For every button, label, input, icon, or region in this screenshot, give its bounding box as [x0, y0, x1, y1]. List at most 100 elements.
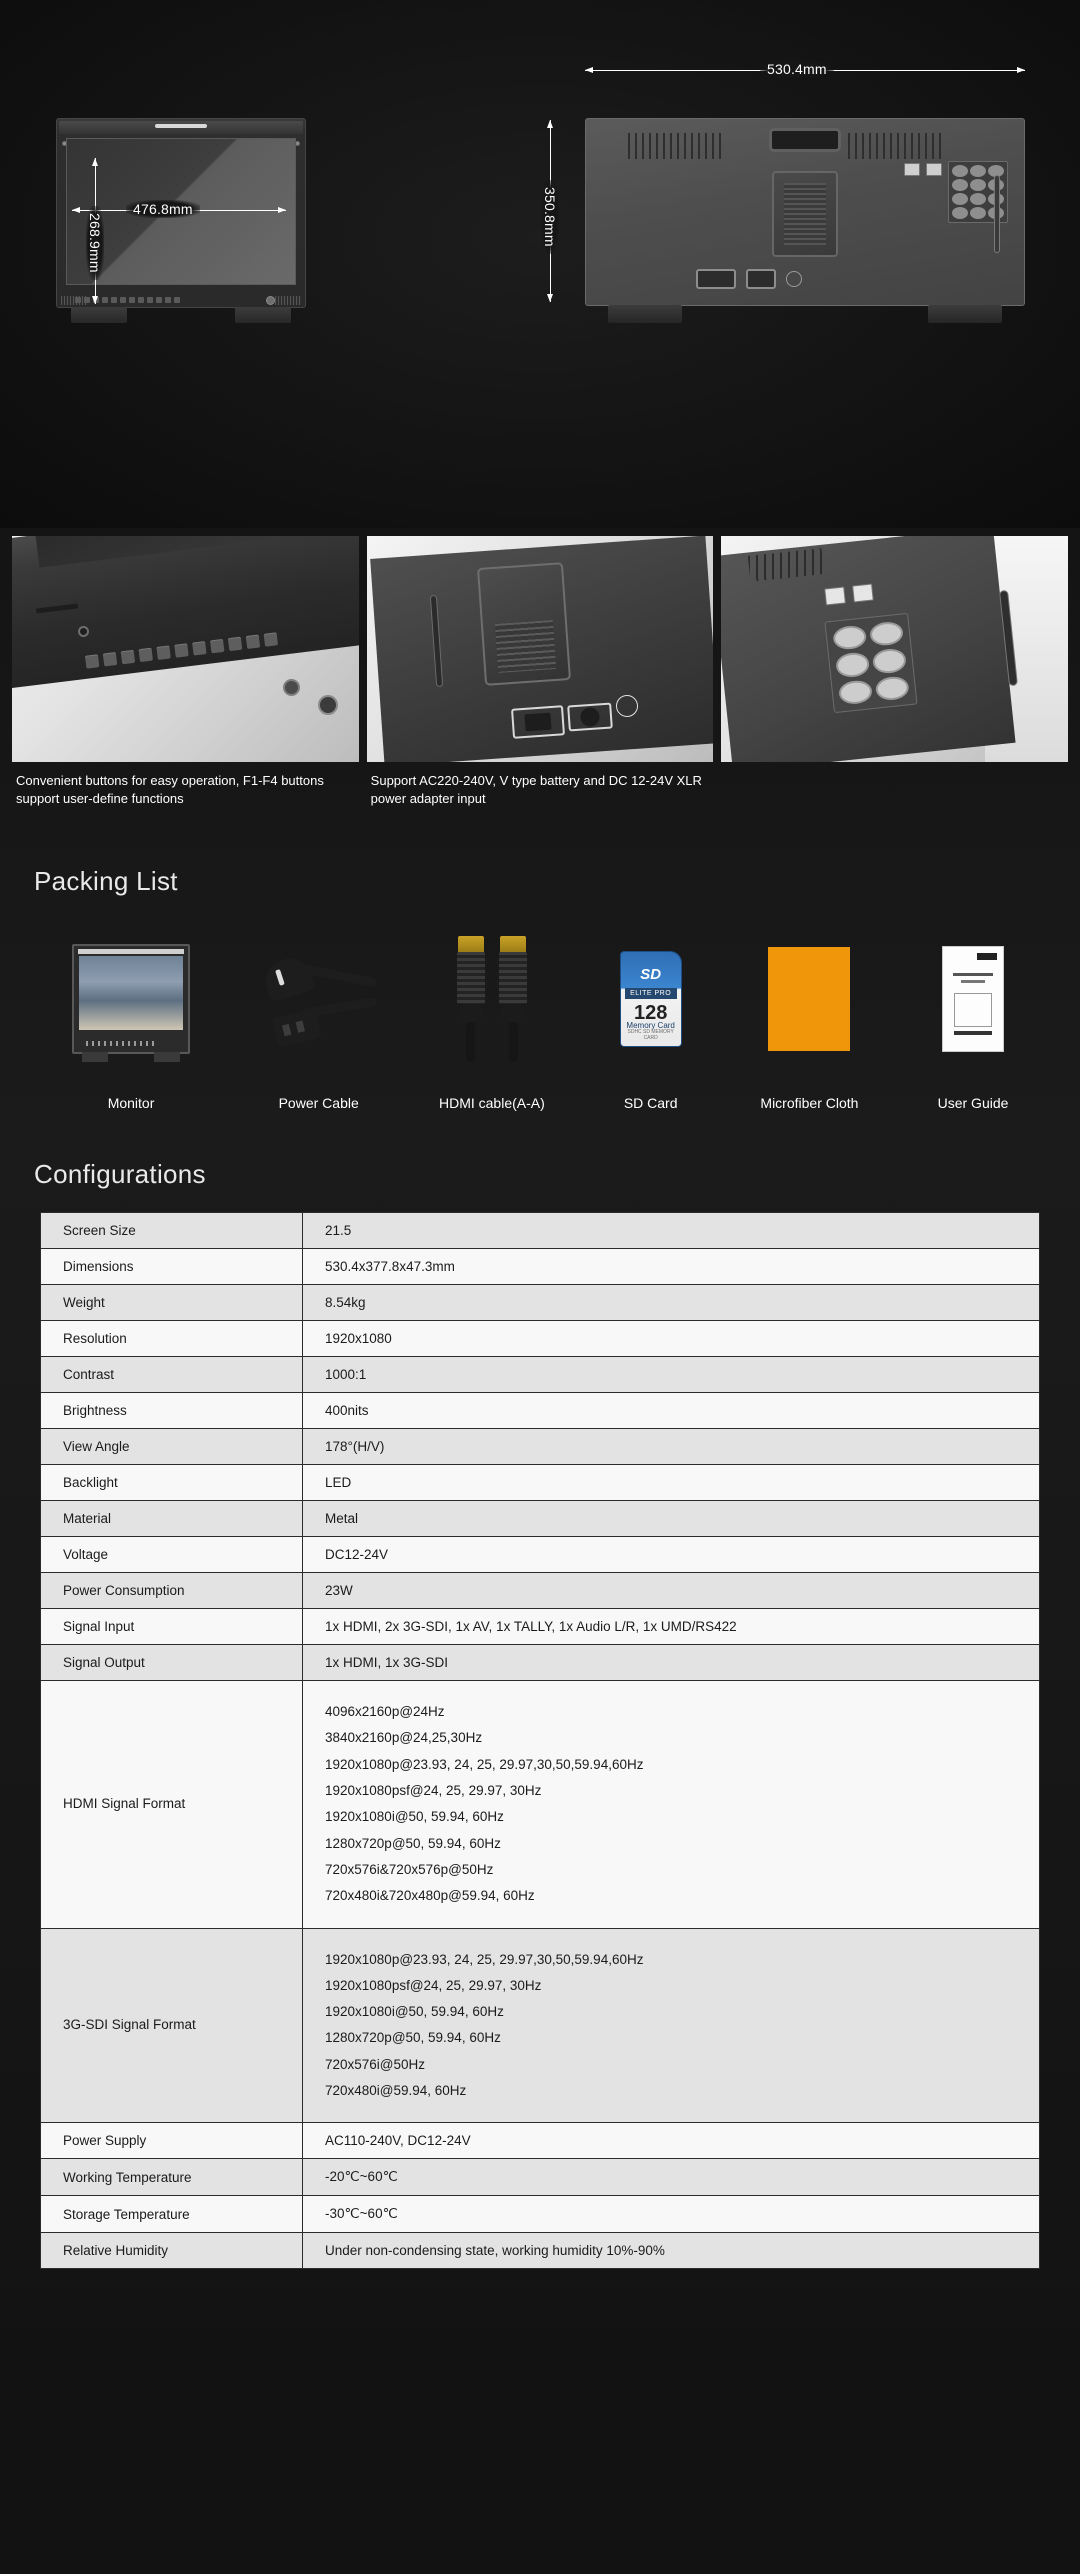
v-mount-plate [772, 171, 838, 257]
packing-item-label: Power Cable [278, 1095, 359, 1111]
front-height-label: 268.9mm [86, 206, 104, 280]
menu-knob-icon [266, 296, 275, 305]
table-row: Backlight LED [40, 1464, 1040, 1501]
stand-foot [235, 307, 291, 323]
dimension-diagrams-section: 476.8mm 268.9mm 530.4mm 350.8mm [0, 0, 1080, 528]
table-row: Signal Input 1x HDMI, 2x 3G-SDI, 1x AV, 1… [40, 1608, 1040, 1645]
stand-foot [608, 305, 682, 323]
front-button-row [75, 297, 180, 303]
spec-key: Relative Humidity [40, 2232, 303, 2270]
spec-key: Brightness [40, 1392, 303, 1429]
configurations-title: Configurations [34, 1159, 206, 1189]
sd-logo-text: SD [640, 966, 662, 983]
power-button-icon [317, 694, 338, 715]
speaker-grille [275, 296, 301, 305]
spec-value-line: 1920x1080p@23.93, 24, 25, 29.97,30,50,59… [325, 1951, 644, 1967]
spec-key: Voltage [40, 1536, 303, 1573]
v-mount-back-photo [366, 536, 714, 762]
front-view-diagram: 476.8mm 268.9mm [48, 118, 313, 323]
spec-key: View Angle [40, 1428, 303, 1465]
spec-value: 8.54kg [302, 1284, 1040, 1321]
packing-item-label: Monitor [107, 1095, 155, 1111]
spec-value: 1000:1 [302, 1356, 1040, 1393]
table-row: Contrast 1000:1 [40, 1356, 1040, 1393]
spec-value: 1x HDMI, 1x 3G-SDI [302, 1644, 1040, 1681]
table-row: Dimensions 530.4x377.8x47.3mm [40, 1248, 1040, 1285]
table-row: View Angle 178°(H/V) [40, 1428, 1040, 1465]
spec-key: Power Consumption [40, 1572, 303, 1609]
spec-value: 400nits [302, 1392, 1040, 1429]
sd-card-icon: SD ELITE PRO 128 Memory Card SDHC SD MEM… [619, 951, 682, 1047]
button-panel-photo [12, 536, 359, 762]
spec-key: Signal Input [40, 1608, 303, 1645]
dial-icon [786, 271, 802, 287]
spec-key: Working Temperature [40, 2158, 303, 2197]
table-row: Power Consumption 23W [40, 1572, 1040, 1609]
vent-grille [848, 133, 944, 159]
feature-caption-ports [721, 762, 1068, 824]
spec-value-line: 1920x1080psf@24, 25, 29.97, 30Hz [325, 1977, 542, 1993]
spec-value: DC12-24V [302, 1536, 1040, 1573]
spec-value-line: 720x576i@50Hz [325, 2056, 426, 2072]
power-connector-row [696, 269, 802, 289]
rj45-ports [904, 163, 942, 176]
menu-knob-icon [282, 679, 300, 697]
table-row: Screen Size 21.5 [40, 1212, 1040, 1249]
spec-value-line: 1920x1080p@23.93, 24, 25, 29.97,30,50,59… [325, 1756, 644, 1772]
spec-value: AC110-240V, DC12-24V [302, 2122, 1040, 2160]
feature-caption-buttons: Convenient buttons for easy operation, F… [16, 773, 324, 806]
back-view-diagram: 530.4mm 350.8mm [541, 60, 1035, 323]
packing-item-label: HDMI cable(A-A) [438, 1095, 545, 1111]
v-mount-plate [477, 562, 572, 687]
spec-key: Screen Size [40, 1212, 303, 1249]
spec-value: LED [302, 1464, 1040, 1501]
user-guide-icon [942, 946, 1005, 1052]
packing-items-row: Monitor Power Cable HDMI cable(A-A) SD E… [0, 897, 1080, 1111]
spec-value-line: 3840x2160p@24,25,30Hz [325, 1730, 483, 1746]
spec-value: 4096x2160p@24Hz 3840x2160p@24,25,30Hz 1920… [302, 1680, 1040, 1929]
spec-value-line: 1280x720p@50, 59.94, 60Hz [325, 1835, 501, 1851]
stand-foot [71, 307, 127, 323]
sd-fine-print: SDHC SD MEMORY CARD [627, 1029, 674, 1041]
table-row: Material Metal [40, 1500, 1040, 1537]
ports-closeup-photo [721, 536, 1069, 762]
xlr-socket-icon [746, 269, 776, 289]
monitor-top-notch [155, 124, 207, 128]
spec-key: Signal Output [40, 1644, 303, 1681]
table-row: Resolution 1920x1080 [40, 1320, 1040, 1357]
packing-item-user-guide: User Guide [896, 925, 1050, 1111]
bnc-port-panel [824, 613, 918, 714]
spec-value-line: 1920x1080i@50, 59.94, 60Hz [325, 1809, 504, 1825]
front-width-label: 476.8mm [126, 200, 200, 218]
monitor-icon [72, 944, 191, 1062]
packing-item-label: Microfiber Cloth [760, 1095, 859, 1111]
hdmi-cable-icon [452, 936, 532, 1062]
packing-item-label: User Guide [937, 1095, 1009, 1111]
table-row: Signal Output 1x HDMI, 1x 3G-SDI [40, 1644, 1040, 1681]
spec-key: 3G-SDI Signal Format [40, 1927, 303, 2124]
spec-value: 1920x1080p@23.93, 24, 25, 29.97,30,50,59… [302, 1927, 1040, 2124]
spec-value-line: 1280x720p@50, 59.94, 60Hz [325, 2030, 501, 2046]
sd-tier-text: ELITE PRO [624, 988, 677, 999]
monitor-back-illustration [585, 118, 1025, 323]
xlr-socket-icon [566, 702, 613, 732]
spec-key: Weight [40, 1284, 303, 1321]
spec-key: Power Supply [40, 2122, 303, 2160]
table-row: Brightness 400nits [40, 1392, 1040, 1429]
spec-value: -30℃~60℃ [302, 2195, 1040, 2234]
spec-value: 1x HDMI, 2x 3G-SDI, 1x AV, 1x TALLY, 1x … [302, 1608, 1040, 1645]
table-row: Storage Temperature -30℃~60℃ [40, 2195, 1040, 2234]
power-cable-icon [259, 945, 379, 1053]
spec-value-line: 1920x1080i@50, 59.94, 60Hz [325, 2004, 504, 2020]
spec-value: -20℃~60℃ [302, 2158, 1040, 2197]
table-row: Relative Humidity Under non-condensing st… [40, 2232, 1040, 2270]
stand-foot [928, 305, 1002, 323]
table-row: Weight 8.54kg [40, 1284, 1040, 1321]
side-handle-bar [994, 175, 1000, 253]
spec-key: HDMI Signal Format [40, 1680, 303, 1929]
packing-item-hdmi-cable: HDMI cable(A-A) [405, 925, 578, 1111]
spec-key: Resolution [40, 1320, 303, 1357]
packing-item-sd-card: SD ELITE PRO 128 Memory Card SDHC SD MEM… [578, 925, 722, 1111]
spec-value: 1920x1080 [302, 1320, 1040, 1357]
spec-value: 530.4x377.8x47.3mm [302, 1248, 1040, 1285]
